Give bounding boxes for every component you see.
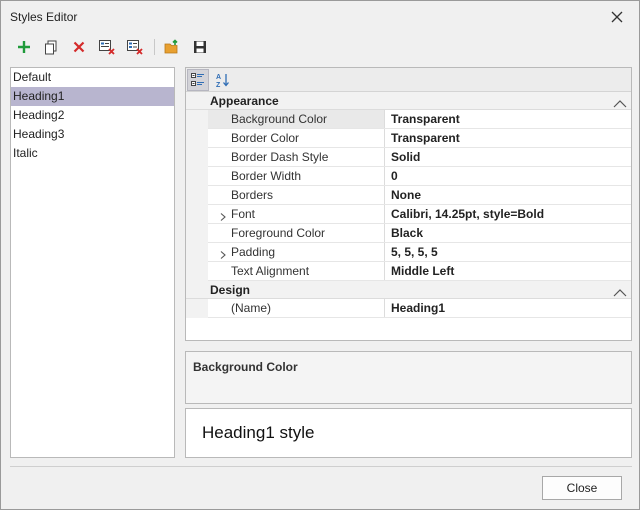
- property-value[interactable]: Black: [391, 224, 423, 242]
- clear-style-icon[interactable]: [96, 36, 118, 58]
- expand-chevron-icon[interactable]: [218, 247, 228, 259]
- property-name: Text Alignment: [208, 262, 385, 280]
- save-styles-icon[interactable]: [189, 36, 211, 58]
- property-row-border-width[interactable]: Border Width 0: [186, 167, 631, 186]
- style-preview-panel: Heading1 style: [185, 408, 632, 458]
- category-label: Design: [210, 283, 251, 297]
- style-item-default[interactable]: Default: [11, 68, 174, 87]
- property-value[interactable]: Calibri, 14.25pt, style=Bold: [391, 205, 544, 223]
- expand-chevron-icon[interactable]: [218, 209, 228, 221]
- duplicate-style-icon[interactable]: [40, 36, 62, 58]
- description-title: Background Color: [193, 360, 298, 374]
- property-name: Font: [208, 205, 385, 223]
- property-value[interactable]: Transparent: [391, 129, 460, 147]
- styles-toolbar: [11, 36, 231, 58]
- window-title: Styles Editor: [10, 10, 78, 24]
- property-row-padding[interactable]: Padding 5, 5, 5, 5: [186, 243, 631, 262]
- property-name: Border Dash Style: [208, 148, 385, 166]
- property-row-foreground-color[interactable]: Foreground Color Black: [186, 224, 631, 243]
- property-gutter: [186, 167, 208, 186]
- property-description-panel: Background Color: [185, 351, 632, 404]
- chevron-up-icon[interactable]: [613, 96, 627, 108]
- property-gutter: [186, 224, 208, 243]
- property-name: Border Color: [208, 129, 385, 147]
- property-name: Background Color: [208, 110, 385, 128]
- property-row-name[interactable]: (Name) Heading1: [186, 299, 631, 318]
- clear-all-styles-icon[interactable]: [124, 36, 146, 58]
- add-style-icon[interactable]: [13, 36, 35, 58]
- style-item-heading1[interactable]: Heading1: [11, 87, 174, 106]
- footer-divider: [10, 466, 632, 467]
- title-bar: Styles Editor: [1, 1, 639, 33]
- chevron-up-icon[interactable]: [613, 285, 627, 297]
- category-label: Appearance: [210, 94, 279, 108]
- property-value[interactable]: Solid: [391, 148, 420, 166]
- styles-editor-window: Styles Editor Default Heading1 Heading2 …: [0, 0, 640, 510]
- property-value[interactable]: 5, 5, 5, 5: [391, 243, 438, 261]
- property-gutter: [186, 129, 208, 148]
- property-value[interactable]: None: [391, 186, 421, 204]
- categorized-view-icon[interactable]: [187, 69, 209, 91]
- style-list[interactable]: Default Heading1 Heading2 Heading3 Itali…: [10, 67, 175, 458]
- style-item-heading3[interactable]: Heading3: [11, 125, 174, 144]
- toolbar-separator: [154, 39, 155, 55]
- property-gutter: [186, 186, 208, 205]
- property-gutter: [186, 110, 208, 129]
- category-appearance[interactable]: Appearance: [186, 92, 631, 110]
- property-name: (Name): [208, 299, 385, 317]
- delete-style-icon[interactable]: [68, 36, 90, 58]
- property-gutter: [186, 262, 208, 281]
- sort-alphabetical-icon[interactable]: A Z: [212, 69, 234, 91]
- load-styles-icon[interactable]: [162, 36, 184, 58]
- property-value[interactable]: Middle Left: [391, 262, 454, 280]
- property-grid: A Z Appearance Background Color Transpar…: [185, 67, 632, 341]
- property-value[interactable]: 0: [391, 167, 398, 185]
- property-name: Borders: [208, 186, 385, 204]
- property-value[interactable]: Heading1: [391, 299, 445, 317]
- svg-text:A: A: [216, 74, 221, 81]
- property-gutter: [186, 299, 208, 318]
- property-row-font[interactable]: Font Calibri, 14.25pt, style=Bold: [186, 205, 631, 224]
- svg-text:Z: Z: [216, 82, 221, 88]
- property-name: Padding: [208, 243, 385, 261]
- property-name: Foreground Color: [208, 224, 385, 242]
- style-preview-text: Heading1 style: [202, 423, 315, 442]
- style-item-heading2[interactable]: Heading2: [11, 106, 174, 125]
- property-value[interactable]: Transparent: [391, 110, 460, 128]
- category-design[interactable]: Design: [186, 281, 631, 299]
- property-gutter: [186, 148, 208, 167]
- property-grid-toolbar: A Z: [186, 68, 631, 92]
- property-row-border-dash-style[interactable]: Border Dash Style Solid: [186, 148, 631, 167]
- property-row-text-alignment[interactable]: Text Alignment Middle Left: [186, 262, 631, 281]
- property-row-borders[interactable]: Borders None: [186, 186, 631, 205]
- window-close-icon[interactable]: [607, 7, 627, 27]
- style-item-italic[interactable]: Italic: [11, 144, 174, 163]
- property-name: Border Width: [208, 167, 385, 185]
- property-row-border-color[interactable]: Border Color Transparent: [186, 129, 631, 148]
- close-button[interactable]: Close: [542, 476, 622, 500]
- property-gutter: [186, 243, 208, 262]
- property-gutter: [186, 205, 208, 224]
- property-row-background-color[interactable]: Background Color Transparent: [186, 110, 631, 129]
